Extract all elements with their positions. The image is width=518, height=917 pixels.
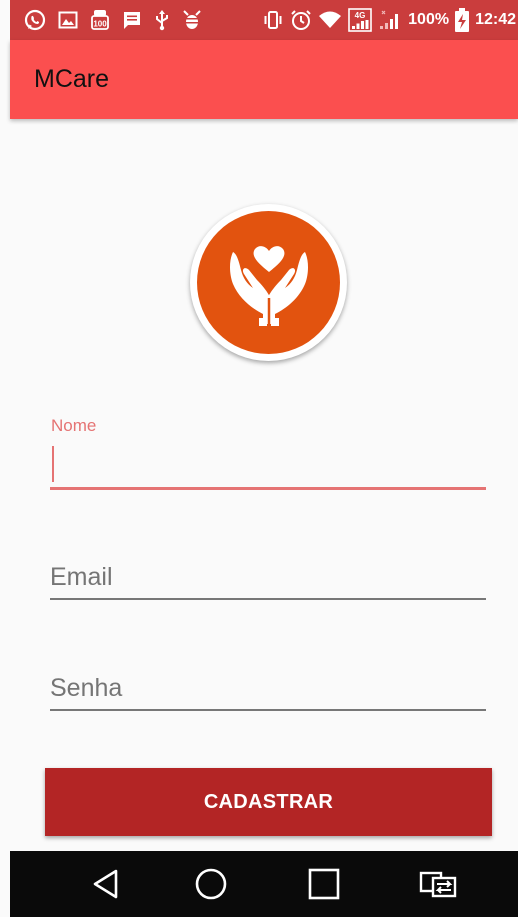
battery-percentage: 100%: [408, 11, 450, 28]
cadastrar-button[interactable]: CADASTRAR: [45, 768, 492, 836]
navigation-bar: [10, 851, 518, 917]
back-icon: [93, 869, 118, 899]
debug-icon: [182, 9, 202, 31]
name-field-underline: [50, 487, 486, 490]
svg-text:100: 100: [93, 20, 107, 29]
image-icon: [58, 10, 78, 30]
notification-icons: 100: [24, 9, 202, 31]
password-input[interactable]: [50, 669, 486, 707]
password-field-underline: [50, 709, 486, 711]
home-icon: [195, 868, 227, 900]
battery-charging-icon: [455, 8, 470, 32]
app-title: MCare: [34, 65, 110, 93]
email-field-underline: [50, 598, 486, 600]
status-time: 12:42: [475, 11, 516, 28]
wifi-icon: [318, 10, 342, 30]
name-field[interactable]: Nome: [50, 410, 486, 492]
network-label: 4G: [355, 11, 366, 20]
hundred-badge-icon: 100: [90, 9, 110, 31]
app-bar: MCare: [10, 40, 518, 119]
nav-recents-button[interactable]: [279, 851, 369, 917]
vibrate-icon: [262, 10, 284, 30]
system-icons: 4G 100% 12:42: [262, 8, 516, 32]
app-logo: [190, 204, 347, 361]
status-bar: 100 4G 100% 12:42: [10, 0, 518, 40]
logo-circle: [197, 211, 340, 354]
nav-home-button[interactable]: [166, 851, 256, 917]
nav-back-button[interactable]: [61, 851, 151, 917]
name-input[interactable]: [50, 448, 486, 482]
whatsapp-icon: [24, 9, 46, 31]
alarm-icon: [290, 9, 312, 31]
message-icon: [122, 10, 142, 30]
password-field[interactable]: [50, 667, 486, 715]
name-field-label: Nome: [51, 416, 97, 435]
text-cursor: [52, 446, 54, 482]
signal-weak-icon: [378, 9, 402, 31]
email-field[interactable]: [50, 556, 486, 604]
recents-icon: [308, 868, 340, 900]
app-screen: 100 4G 100% 12:42 MCare Nome Email CADAS…: [0, 0, 518, 917]
email-input[interactable]: [50, 558, 486, 596]
screen-switch-icon: [419, 871, 457, 898]
usb-icon: [154, 9, 170, 31]
nav-screen-switch-button[interactable]: [393, 851, 483, 917]
heart-hands-icon: [229, 245, 308, 326]
signal-4g-icon: 4G: [348, 8, 372, 32]
